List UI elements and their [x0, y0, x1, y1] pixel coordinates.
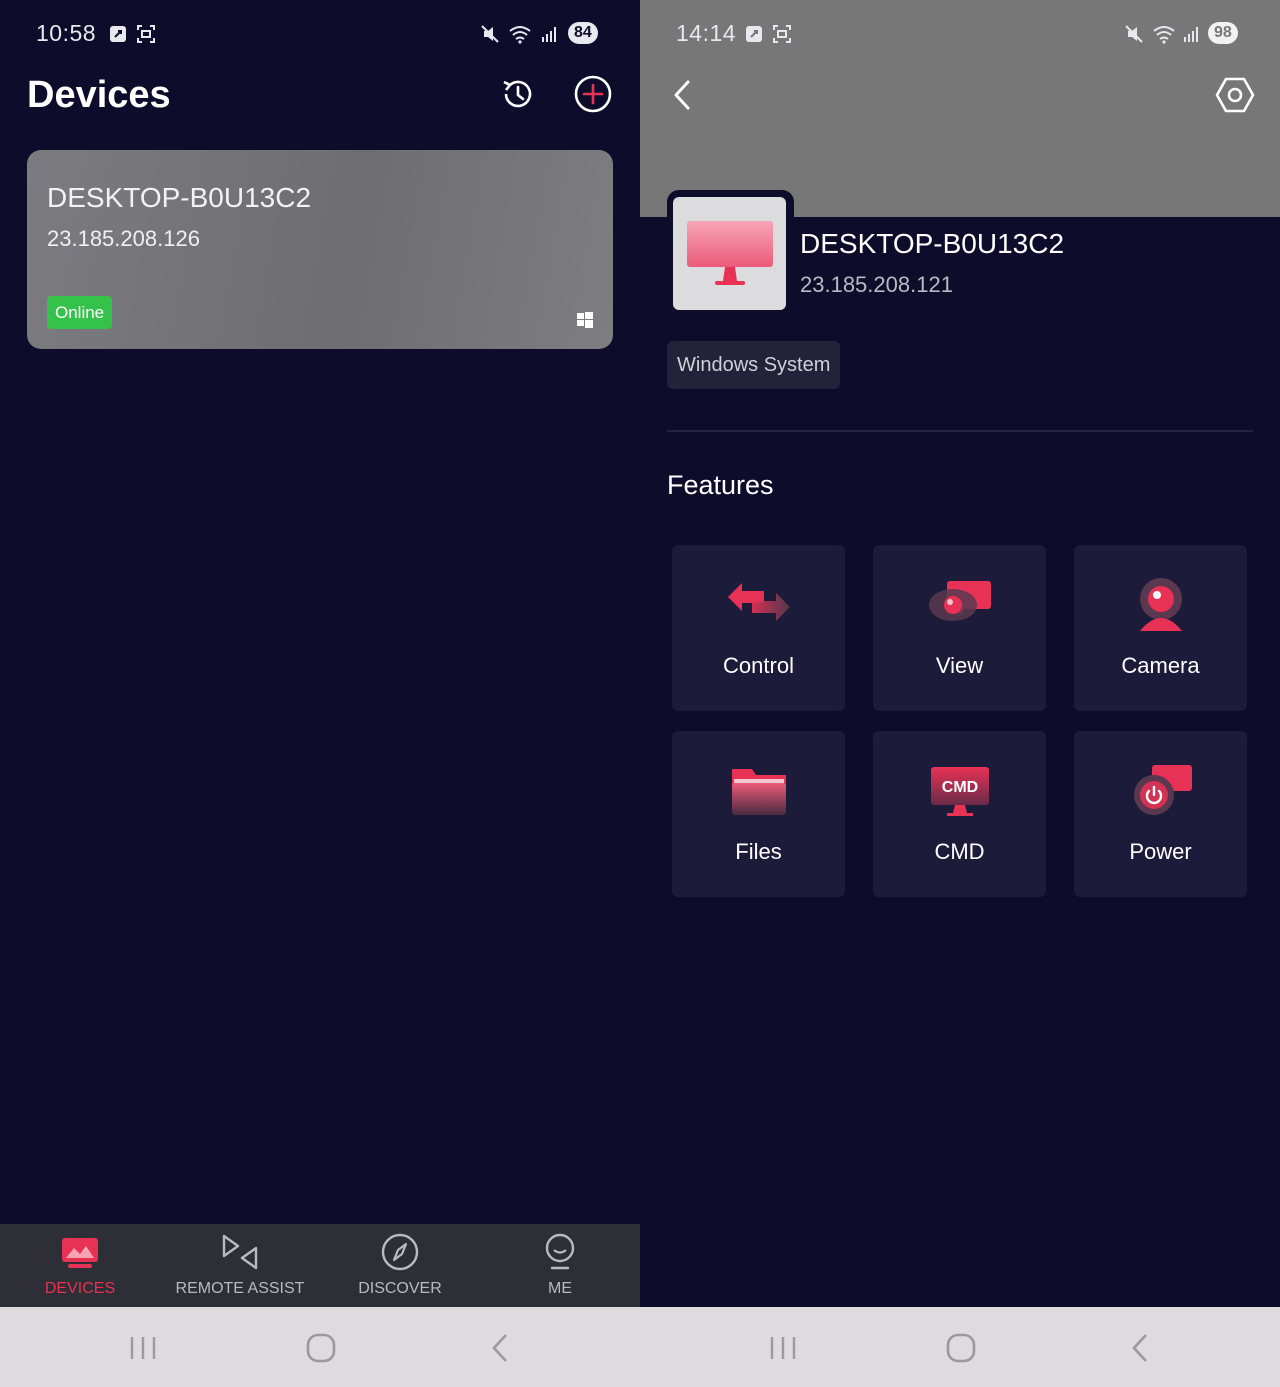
status-time: 14:14: [676, 20, 737, 46]
mute-icon: [481, 25, 499, 43]
status-time: 10:58: [36, 20, 97, 46]
status-bar: 10:58 84: [0, 16, 640, 52]
control-icon: [728, 583, 790, 621]
tab-me[interactable]: ME: [480, 1224, 640, 1307]
signal-icon: [1184, 27, 1198, 42]
wifi-icon: [1153, 26, 1175, 44]
view-icon: [929, 581, 991, 621]
screenshot-icon: [137, 25, 155, 43]
recent-apps-icon[interactable]: [766, 1331, 800, 1365]
mute-icon: [1125, 25, 1143, 43]
battery-level: 98: [1208, 22, 1238, 44]
folder-icon: [732, 769, 786, 815]
feature-camera[interactable]: Camera: [1074, 545, 1247, 711]
tab-devices[interactable]: DEVICES: [0, 1224, 160, 1307]
device-name: DESKTOP-B0U13C2: [47, 182, 312, 213]
devices-icon: [62, 1238, 98, 1268]
os-tag: Windows System: [667, 341, 841, 389]
tab-label: REMOTE ASSIST: [175, 1280, 305, 1297]
feature-files[interactable]: Files: [672, 731, 845, 897]
notification-icon: [110, 26, 126, 42]
divider: [667, 430, 1253, 432]
settings-icon[interactable]: [1214, 74, 1256, 116]
system-nav-bar: [640, 1307, 1280, 1387]
feature-cmd[interactable]: CMD CMD: [873, 731, 1046, 897]
profile-icon: [545, 1233, 575, 1270]
feature-label: Power: [1129, 839, 1192, 864]
feature-label: CMD: [934, 839, 985, 864]
notification-icon: [746, 26, 762, 42]
windows-icon: [577, 312, 593, 328]
feature-view[interactable]: View: [873, 545, 1046, 711]
device-ip: 23.185.208.121: [800, 272, 953, 297]
home-icon[interactable]: [304, 1331, 338, 1365]
tab-label: ME: [548, 1280, 572, 1297]
devices-screen: 10:58 84 Devices DESKTOP-B0U13C2 23.185.…: [0, 0, 640, 1307]
power-icon: [1134, 765, 1192, 815]
status-bar: 14:14 98: [640, 16, 1280, 52]
device-name: DESKTOP-B0U13C2: [800, 228, 1065, 259]
monitor-icon: [687, 221, 773, 285]
feature-label: Camera: [1121, 653, 1200, 678]
back-icon[interactable]: [1124, 1331, 1158, 1365]
feature-label: View: [935, 653, 984, 678]
page-title: Devices: [27, 74, 171, 116]
tab-label: DEVICES: [44, 1280, 116, 1297]
screenshot-icon: [773, 25, 791, 43]
recent-apps-icon[interactable]: [126, 1331, 160, 1365]
tab-label: DISCOVER: [358, 1280, 442, 1297]
battery-level: 84: [568, 22, 598, 44]
cmd-icon: CMD: [931, 767, 989, 816]
device-thumbnail: [667, 190, 794, 317]
back-button[interactable]: [666, 76, 700, 114]
signal-icon: [542, 27, 556, 42]
device-detail-screen: 14:14 98 DESKTOP-B0U13C2 23.185.208.121 …: [640, 0, 1280, 1307]
feature-power[interactable]: Power: [1074, 731, 1247, 897]
feature-label: Control: [723, 653, 794, 678]
wifi-icon: [509, 26, 531, 44]
device-ip: 23.185.208.126: [47, 226, 200, 251]
status-badge: Online: [47, 296, 113, 329]
feature-label: Files: [735, 839, 782, 864]
tab-remote-assist[interactable]: REMOTE ASSIST: [160, 1224, 320, 1307]
history-icon[interactable]: [498, 74, 538, 114]
bottom-tab-bar: DEVICES REMOTE ASSIST DISCOVER ME: [0, 1224, 640, 1307]
cmd-icon-text: CMD: [942, 779, 978, 796]
camera-icon: [1140, 578, 1182, 631]
add-icon[interactable]: [573, 74, 613, 114]
feature-control[interactable]: Control: [672, 545, 845, 711]
tab-discover[interactable]: DISCOVER: [320, 1224, 480, 1307]
home-icon[interactable]: [944, 1331, 978, 1365]
compass-icon: [381, 1233, 419, 1271]
remote-assist-icon: [222, 1234, 258, 1270]
features-title: Features: [667, 470, 774, 500]
back-icon[interactable]: [484, 1331, 518, 1365]
system-nav-bar: [0, 1307, 640, 1387]
device-card[interactable]: DESKTOP-B0U13C2 23.185.208.126 Online: [27, 150, 613, 349]
